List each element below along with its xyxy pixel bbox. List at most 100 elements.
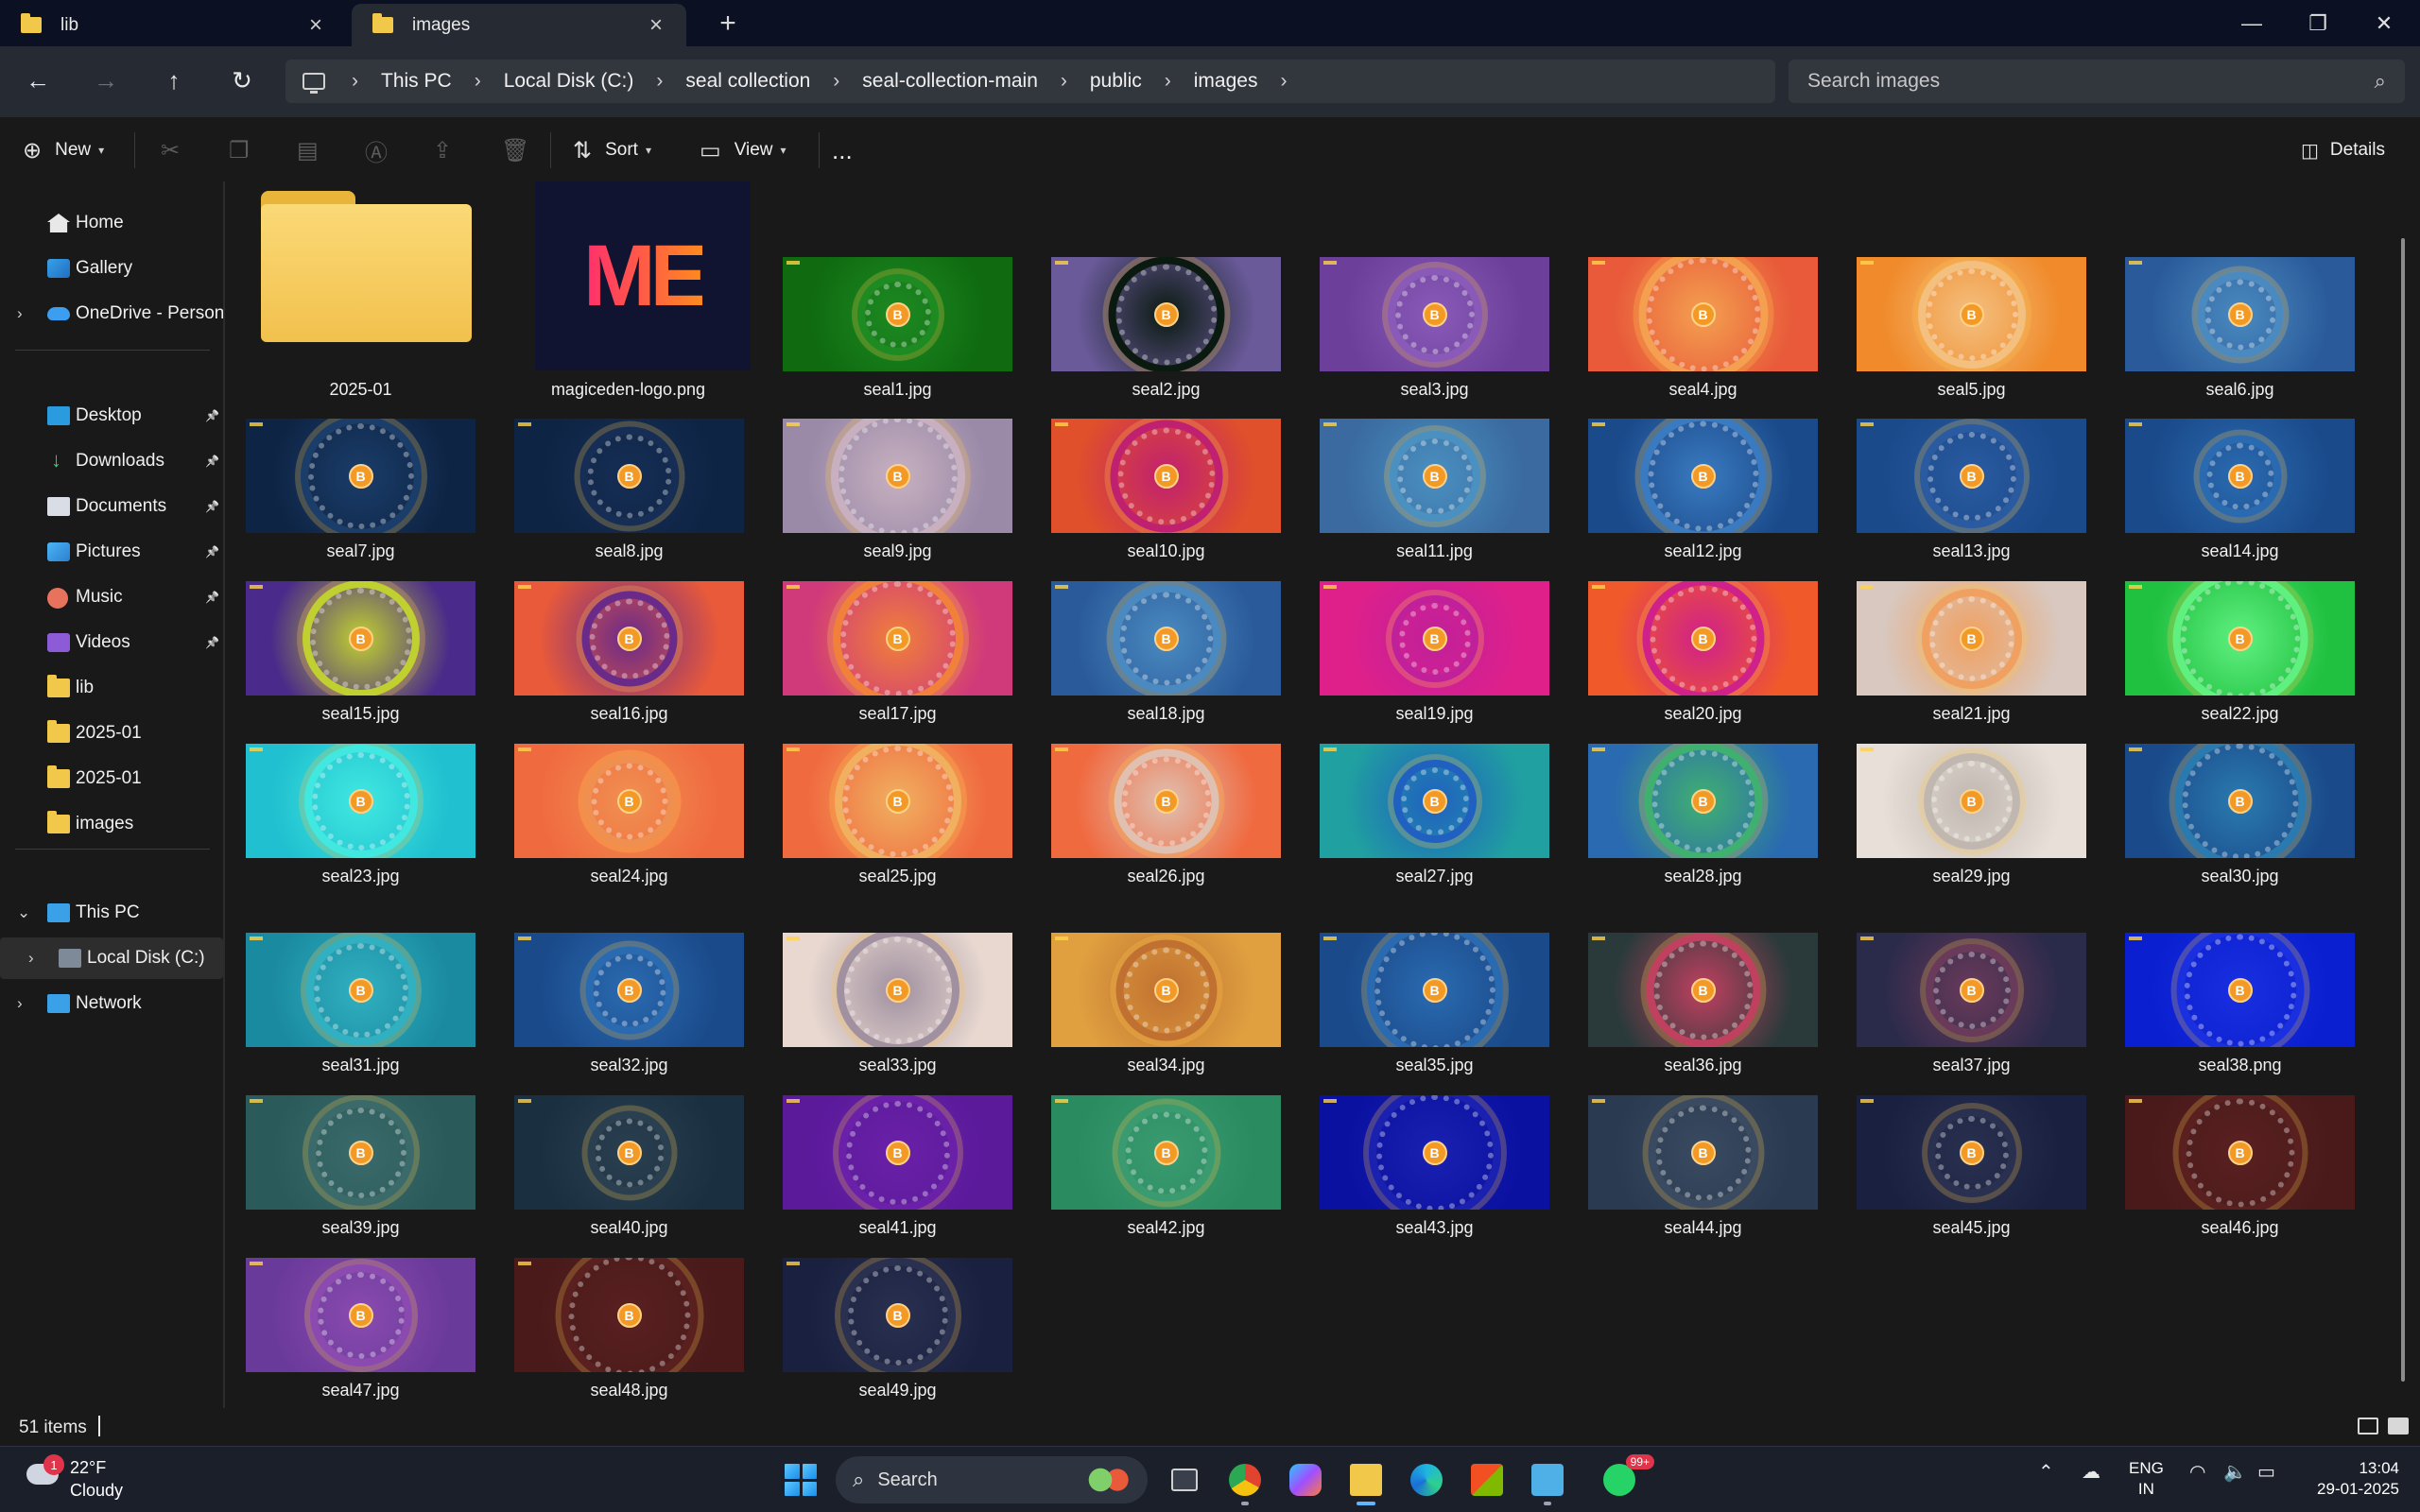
notepad-app[interactable] [1526,1458,1569,1505]
taskbar-search[interactable]: ⌕ Search [836,1456,1148,1503]
file-item[interactable]: Bseal47.jpg [227,181,475,1400]
weather-widget[interactable]: 1 22°F Cloudy [23,1452,146,1507]
sidebar-item-videos[interactable]: Videos 📌 [0,622,223,663]
chrome-app[interactable] [1223,1458,1267,1505]
breadcrumb-item[interactable]: public [1090,70,1142,93]
minimize-button[interactable]: — [2220,0,2284,46]
folder-icon [47,675,70,697]
sidebar-item-lib[interactable]: lib [0,667,223,709]
region-code: IN [2137,1480,2154,1498]
breadcrumb-item[interactable]: images [1194,70,1258,93]
divider [134,132,135,168]
file-item[interactable]: ME magiceden-logo.png [227,181,751,408]
cut-button[interactable]: ✂ [161,134,180,166]
copilot-app[interactable] [1284,1458,1327,1502]
chevron-up-icon[interactable]: ⌃ [2038,1460,2054,1484]
file-item[interactable]: Bseal44.jpg [1569,181,1818,1237]
restore-button[interactable]: ❐ [2286,0,2350,46]
copy-button[interactable]: ❐ [229,134,250,166]
more-options-button[interactable]: ... [832,134,853,166]
whatsapp-app[interactable]: 99+ [1598,1454,1654,1502]
battery-icon[interactable]: ▭ [2257,1460,2275,1484]
sort-button[interactable]: ⇅ Sort ▾ [573,134,651,166]
details-view-icon[interactable] [2358,1418,2378,1435]
file-item[interactable]: Bseal48.jpg [495,181,744,1400]
chevron-right-icon[interactable]: › [1280,70,1287,93]
onedrive-icon[interactable]: ☁ [2082,1460,2100,1484]
chevron-right-icon[interactable]: › [28,949,34,968]
close-window-button[interactable]: ✕ [2352,0,2416,46]
sidebar-item-desktop[interactable]: Desktop 📌 [0,395,223,437]
sidebar-item-gallery[interactable]: Gallery [0,248,223,289]
search-input[interactable]: Search images [1807,70,2375,93]
paste-button[interactable]: ▤ [297,134,319,166]
search-icon[interactable]: ⌕ [2375,69,2386,94]
image-thumbnail: B [514,1095,744,1210]
file-item[interactable]: Bseal45.jpg [1838,181,2086,1237]
tab-lib[interactable]: lib × [0,4,346,46]
sidebar-item-this-pc[interactable]: ⌄ This PC [0,892,223,934]
sidebar-item-downloads[interactable]: ↓ Downloads 📌 [0,440,223,482]
file-item[interactable]: Bseal42.jpg [1032,181,1281,1237]
forward-button[interactable]: → [87,61,125,99]
chevron-down-icon[interactable]: ⌄ [17,903,30,922]
file-name: seal18.jpg [1127,704,1205,723]
sidebar-item-network[interactable]: › Network [0,983,223,1024]
refresh-button[interactable]: ↻ [223,61,261,99]
chevron-right-icon[interactable]: › [1165,70,1171,93]
task-view-button[interactable] [1163,1458,1206,1502]
language-indicator[interactable]: ENG IN [2129,1458,2164,1500]
file-name: seal7.jpg [326,541,395,560]
chevron-right-icon[interactable]: › [17,304,23,323]
sidebar-item-images[interactable]: images [0,803,223,845]
file-explorer-app[interactable] [1344,1458,1388,1505]
details-button[interactable]: ◫ Details [2301,134,2385,166]
volume-icon[interactable]: 🔈 [2223,1460,2247,1484]
new-button[interactable]: ⊕ New ▾ [23,134,104,166]
search-box[interactable]: Search images ⌕ [1789,60,2405,103]
chevron-right-icon[interactable]: › [352,70,358,93]
large-icons-view-icon[interactable] [2388,1418,2409,1435]
rename-button[interactable]: Ⓐ [365,134,388,166]
close-icon[interactable]: × [643,12,669,39]
sidebar-item-2025-01[interactable]: 2025-01 [0,713,223,754]
tab-images[interactable]: images × [352,4,686,46]
up-button[interactable]: ↑ [155,61,193,99]
start-button[interactable] [785,1464,817,1496]
new-tab-button[interactable]: + [711,8,745,40]
system-clock[interactable]: 13:04 29-01-2025 [2305,1458,2399,1500]
sidebar-item-local-disk-c[interactable]: › Local Disk (C:) [0,937,223,979]
vertical-scrollbar[interactable] [2401,238,2405,1382]
chevron-right-icon[interactable]: › [833,70,839,93]
breadcrumb-item[interactable]: Local Disk (C:) [504,70,634,93]
store-app[interactable] [1465,1458,1509,1502]
chevron-right-icon[interactable]: › [475,70,481,93]
sidebar-item-documents[interactable]: Documents 📌 [0,486,223,527]
file-item[interactable]: Bseal43.jpg [1301,181,1549,1237]
chevron-right-icon[interactable]: › [17,994,23,1013]
file-item[interactable]: Bseal49.jpg [764,181,1012,1400]
sidebar-item-2025-01[interactable]: 2025-01 [0,758,223,799]
back-button[interactable]: ← [19,61,57,99]
delete-button[interactable]: 🗑 [501,134,529,166]
edge-app[interactable] [1405,1458,1448,1502]
address-bar[interactable]: › This PC › Local Disk (C:) › seal colle… [285,60,1775,103]
close-icon[interactable]: × [302,12,329,39]
breadcrumb-item[interactable]: seal collection [685,70,810,93]
file-name: seal2.jpg [1132,380,1201,399]
share-button[interactable]: ⇪ [433,134,452,166]
sidebar-item-music[interactable]: Music 📌 [0,576,223,618]
bitcoin-icon: B [1959,626,1984,651]
file-item[interactable]: Bseal46.jpg [2106,181,2355,1237]
sidebar-item-home[interactable]: Home [0,202,223,244]
sidebar-item-pictures[interactable]: Pictures 📌 [0,531,223,573]
watermark-mark [1323,585,1337,589]
breadcrumb-item[interactable]: seal-collection-main [862,70,1038,93]
view-button[interactable]: ▭ View ▾ [700,134,786,166]
chevron-right-icon[interactable]: › [656,70,663,93]
sidebar-item-onedrive-persona[interactable]: › OneDrive - Persona [0,293,223,335]
breadcrumb-item[interactable]: This PC [381,70,452,93]
wifi-icon[interactable]: ◠ [2189,1460,2205,1484]
command-bar: ⊕ New ▾ ✂ ❐ ▤ Ⓐ ⇪ 🗑 ⇅ Sort ▾ ▭ View ▾ ..… [0,116,2420,181]
chevron-right-icon[interactable]: › [1061,70,1067,93]
